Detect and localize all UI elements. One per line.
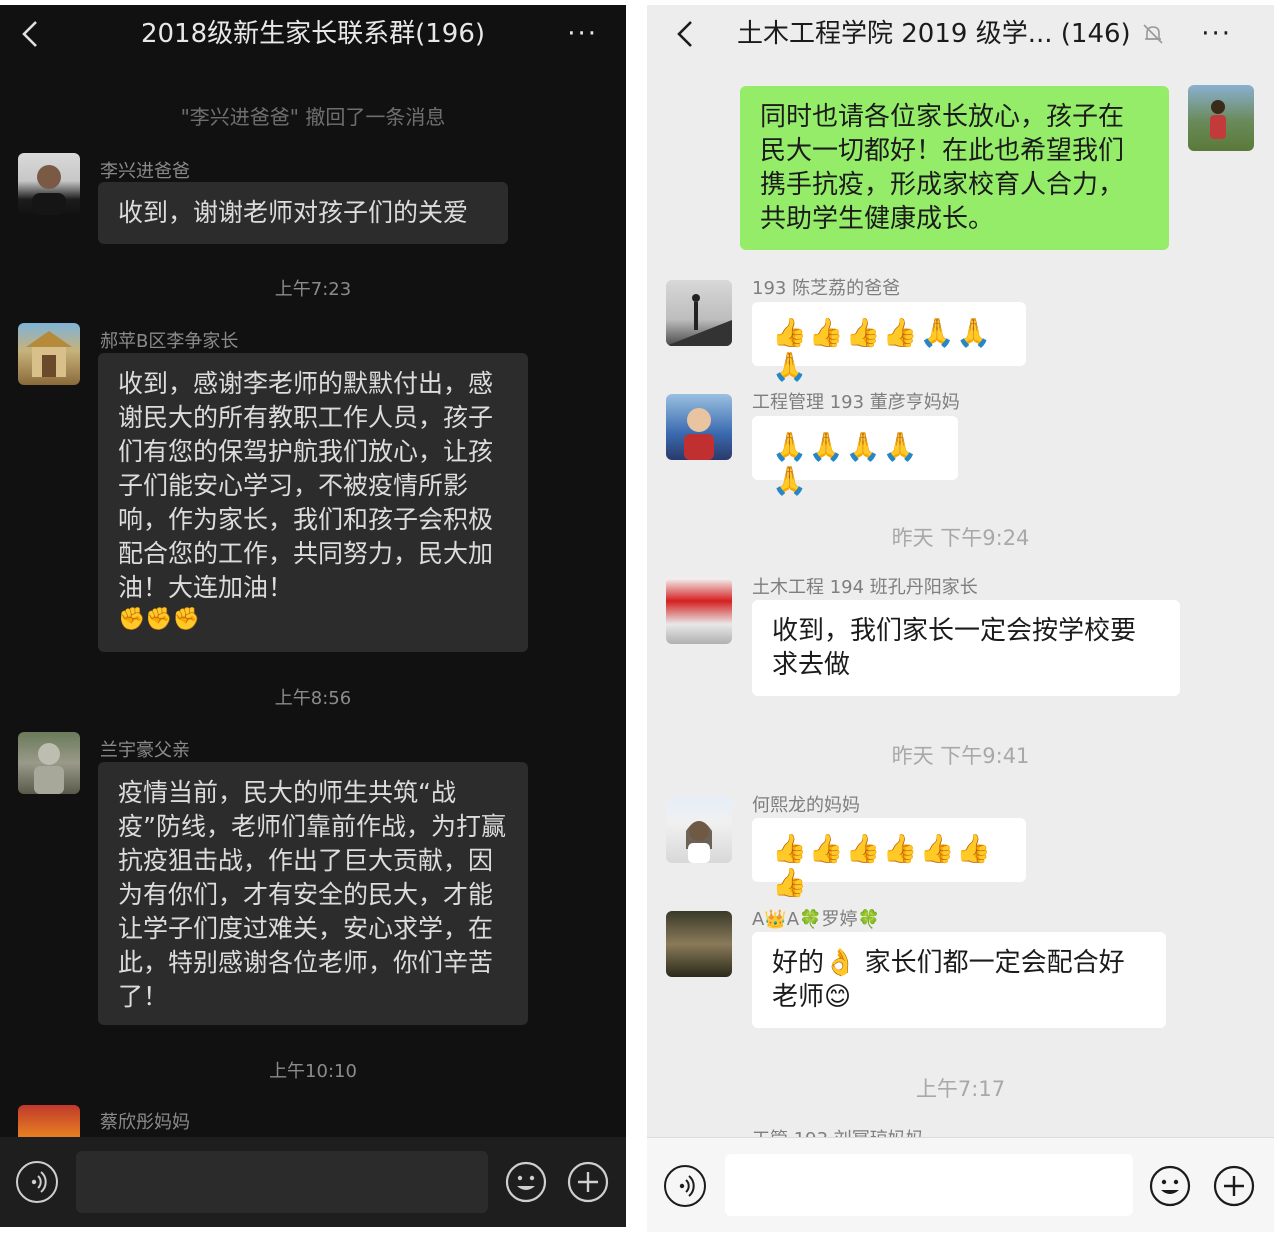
sender-name: 何熙龙的妈妈 bbox=[752, 795, 860, 816]
timestamp: 上午7:23 bbox=[274, 279, 352, 300]
message-text: 老师😊 bbox=[772, 982, 852, 1012]
sender-name: 李兴进爸爸 bbox=[100, 161, 190, 182]
message-bubble[interactable]: 好的👌 家长们都一定会配合好 老师😊 bbox=[752, 932, 1166, 1028]
timestamp: 昨天 下午9:24 bbox=[891, 526, 1030, 550]
avatar[interactable] bbox=[18, 153, 80, 215]
avatar[interactable] bbox=[666, 394, 732, 460]
recall-notice: "李兴进爸爸" 撤回了一条消息 bbox=[180, 105, 446, 129]
right-chat-header: 土木工程学院 2019 级学... (146) ··· bbox=[647, 5, 1274, 69]
right-input-bar bbox=[647, 1137, 1274, 1232]
message-bubble[interactable]: 收到，我们家长一定会按学校要求去做 bbox=[752, 600, 1180, 696]
avatar[interactable] bbox=[18, 323, 80, 385]
avatar[interactable] bbox=[666, 797, 732, 863]
self-avatar[interactable] bbox=[1188, 85, 1254, 151]
message-bubble[interactable]: 🙏🙏🙏🙏🙏 bbox=[752, 416, 958, 497]
sender-name: 193 陈芝荔的爸爸 bbox=[752, 278, 901, 299]
message-input[interactable] bbox=[76, 1151, 488, 1213]
left-chat-header: 2018级新生家长联系群(196) ··· bbox=[0, 5, 626, 67]
timestamp: 上午8:56 bbox=[274, 688, 352, 709]
message-bubble[interactable]: 疫情当前，民大的师生共筑“战疫”防线，老师们靠前作战，为打赢抗疫狙击战，作出了巨… bbox=[98, 762, 528, 1025]
avatar[interactable] bbox=[666, 911, 732, 977]
message-bubble[interactable]: 收到，感谢李老师的默默付出，感谢民大的所有教职工作人员，孩子们有您的保驾护航我们… bbox=[98, 353, 528, 652]
avatar-photo-icon bbox=[1210, 100, 1226, 139]
left-chat-window: 2018级新生家长联系群(196) ··· "李兴进爸爸" 撤回了一条消息 李兴… bbox=[0, 5, 626, 1227]
message-bubble[interactable]: 收到，谢谢老师对孩子们的关爱 bbox=[98, 182, 508, 244]
timestamp: 昨天 下午9:41 bbox=[891, 744, 1030, 768]
chat-title: 2018级新生家长联系群(196) bbox=[140, 19, 486, 49]
partial-message: 工管 193 刘冥琼妈妈 bbox=[647, 1125, 1274, 1137]
emoji-icon[interactable] bbox=[1149, 1165, 1191, 1207]
sender-name: 土木工程 194 班孔丹阳家长 bbox=[752, 577, 978, 598]
message-bubble[interactable]: 👍👍👍👍🙏🙏🙏 bbox=[752, 302, 1026, 383]
sender-name: 蔡欣彤妈妈 bbox=[100, 1112, 190, 1133]
mute-bell-icon bbox=[1143, 24, 1163, 44]
avatar[interactable] bbox=[666, 280, 732, 346]
avatar[interactable] bbox=[18, 732, 80, 794]
chat-title: 土木工程学院 2019 级学... (146) bbox=[737, 19, 1131, 49]
left-input-bar bbox=[0, 1137, 626, 1227]
sender-name: 郝苹B区李争家长 bbox=[100, 331, 239, 352]
avatar[interactable] bbox=[18, 1105, 80, 1139]
right-chat-window: 土木工程学院 2019 级学... (146) ··· 同时也请各位家长放心，孩… bbox=[647, 5, 1274, 1232]
self-message-bubble[interactable]: 同时也请各位家长放心，孩子在民大一切都好！在此也希望我们携手抗疫，形成家校育人合… bbox=[740, 86, 1169, 250]
timestamp: 上午10:10 bbox=[269, 1061, 357, 1082]
avatar-silhouette-icon bbox=[666, 294, 732, 346]
plus-icon[interactable] bbox=[567, 1161, 609, 1203]
voice-icon[interactable] bbox=[664, 1165, 706, 1207]
avatar-person-icon bbox=[32, 165, 66, 215]
message-text: 好的👌 家长们都一定会配合好 bbox=[772, 948, 1125, 978]
message-text: 收到，感谢李老师的默默付出，感谢民大的所有教职工作人员，孩子们有您的保驾护航我们… bbox=[118, 369, 494, 602]
sender-name: 工程管理 193 董彦亨妈妈 bbox=[752, 392, 960, 413]
avatar-woman-icon bbox=[686, 821, 712, 863]
avatar[interactable] bbox=[666, 578, 732, 644]
more-icon[interactable]: ··· bbox=[567, 19, 598, 49]
timestamp: 上午7:17 bbox=[915, 1077, 1006, 1101]
message-bubble[interactable]: 👍👍👍👍👍👍👍 bbox=[752, 818, 1026, 899]
sender-name: A👑A🍀罗婷🍀 bbox=[752, 909, 880, 930]
message-input[interactable] bbox=[725, 1154, 1133, 1216]
back-icon[interactable] bbox=[18, 19, 42, 49]
avatar-statue-icon bbox=[34, 743, 64, 794]
partial-message: 蔡欣彤妈妈 bbox=[0, 1103, 626, 1139]
back-icon[interactable] bbox=[673, 19, 697, 49]
screenshot-canvas: 2018级新生家长联系群(196) ··· "李兴进爸爸" 撤回了一条消息 李兴… bbox=[0, 0, 1284, 1238]
avatar-pavilion-icon bbox=[26, 331, 72, 377]
voice-icon[interactable] bbox=[16, 1161, 58, 1203]
message-emoji: ✊✊✊ bbox=[118, 607, 201, 632]
more-icon[interactable]: ··· bbox=[1201, 19, 1232, 49]
sender-name: 兰宇豪父亲 bbox=[100, 740, 190, 761]
emoji-icon[interactable] bbox=[505, 1161, 547, 1203]
sender-name: 工管 193 刘冥琼妈妈 bbox=[752, 1125, 924, 1137]
avatar-child-icon bbox=[684, 408, 714, 460]
plus-icon[interactable] bbox=[1213, 1165, 1255, 1207]
